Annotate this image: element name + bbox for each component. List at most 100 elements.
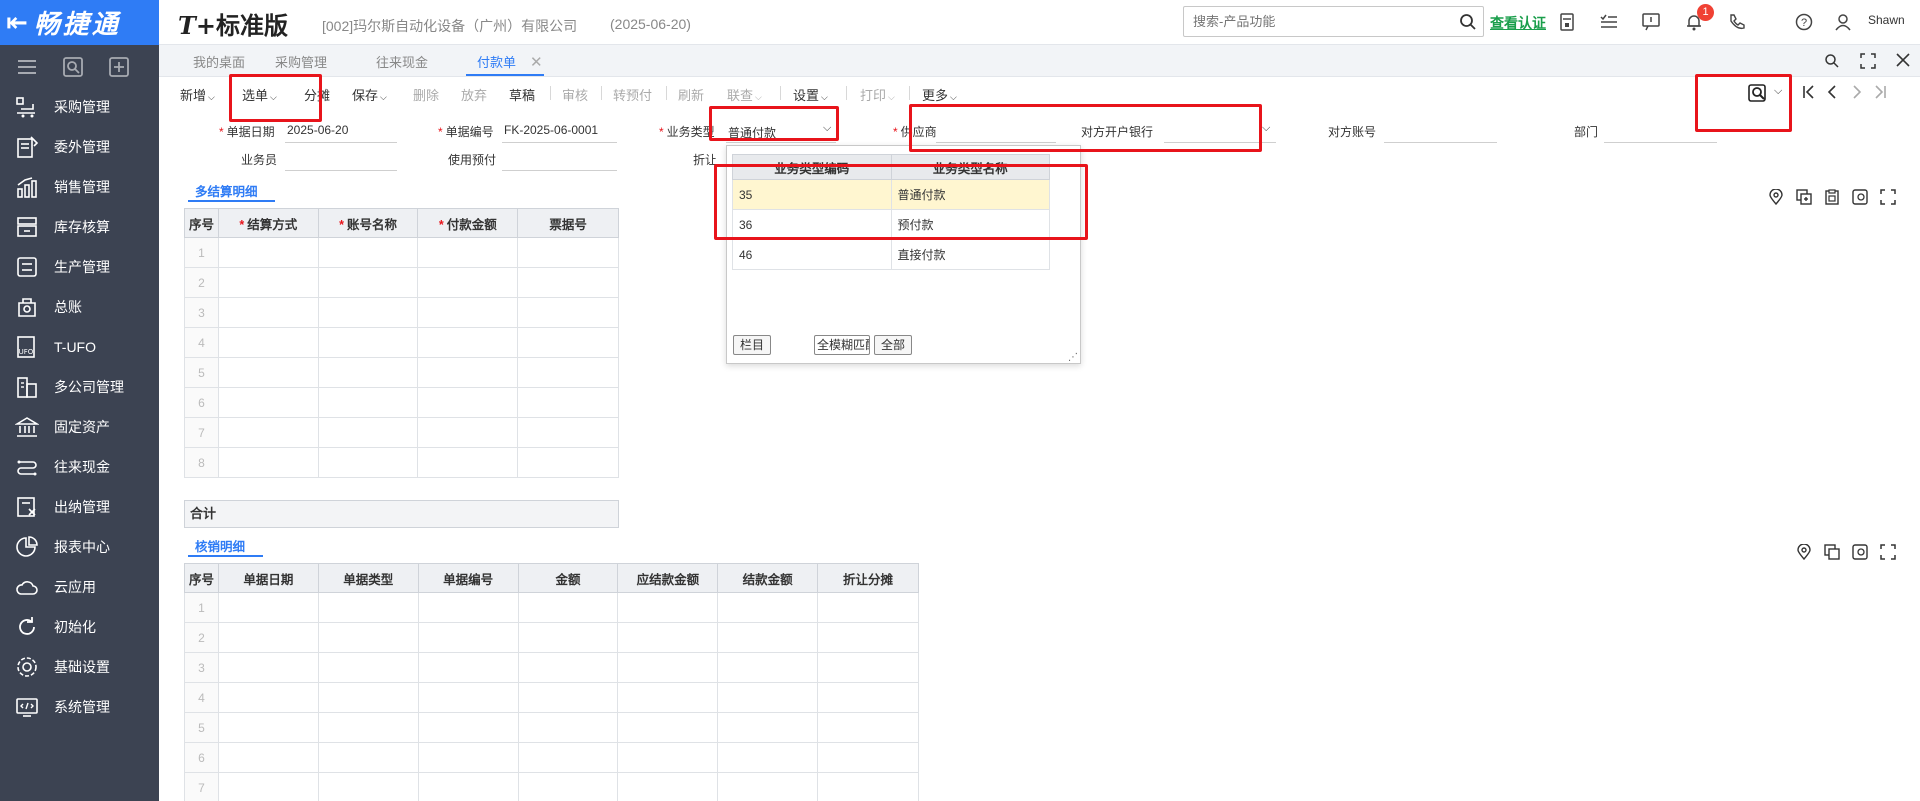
table-row[interactable]: 6 bbox=[184, 742, 919, 773]
link-query-button[interactable]: 联查 ⌵ bbox=[727, 85, 762, 104]
table-cell[interactable] bbox=[417, 357, 519, 388]
tab-purchase[interactable]: 采购管理 bbox=[275, 47, 327, 79]
table-cell[interactable] bbox=[417, 237, 519, 268]
sidebar-item[interactable]: 委外管理 bbox=[0, 127, 159, 167]
table-cell[interactable] bbox=[517, 682, 619, 713]
logo[interactable]: ⇤ 畅捷通 bbox=[0, 0, 159, 45]
first-record-icon[interactable] bbox=[1802, 84, 1816, 103]
table-cell[interactable] bbox=[417, 742, 519, 773]
menu-icon[interactable] bbox=[16, 56, 38, 78]
tab-desktop[interactable]: 我的桌面 bbox=[193, 47, 245, 79]
biz-type-code[interactable]: 46 bbox=[732, 239, 892, 270]
doc-date-field[interactable]: 2025-06-20 bbox=[287, 123, 348, 137]
close-window-icon[interactable] bbox=[1895, 52, 1911, 71]
to-prepay-button[interactable]: 转预付 bbox=[613, 85, 652, 104]
table-cell[interactable] bbox=[217, 417, 319, 448]
table-cell[interactable] bbox=[517, 327, 619, 358]
table-cell[interactable] bbox=[517, 267, 619, 298]
biz-type-code[interactable]: 36 bbox=[732, 209, 892, 240]
table-cell[interactable] bbox=[717, 652, 819, 683]
table-cell[interactable] bbox=[317, 772, 419, 801]
table-row[interactable]: 2 bbox=[184, 267, 619, 298]
table-cell[interactable] bbox=[517, 357, 619, 388]
table-cell[interactable] bbox=[217, 387, 319, 418]
table-cell[interactable] bbox=[717, 772, 819, 801]
task-list-icon[interactable] bbox=[1598, 11, 1620, 33]
table-row[interactable]: 3 bbox=[184, 652, 919, 683]
calculator-icon[interactable] bbox=[1556, 11, 1578, 33]
sidebar-item[interactable]: 多公司管理 bbox=[0, 367, 159, 407]
table-cell[interactable] bbox=[217, 297, 319, 328]
biz-type-field[interactable]: 普通付款 bbox=[728, 124, 776, 141]
copy-row-icon[interactable] bbox=[1796, 189, 1812, 208]
sidebar-item[interactable]: 库存核算 bbox=[0, 207, 159, 247]
resize-handle-icon[interactable]: ⋰ bbox=[1068, 352, 1078, 363]
table-cell[interactable] bbox=[417, 682, 519, 713]
table-row[interactable]: 7 bbox=[184, 772, 919, 801]
table-cell[interactable] bbox=[217, 622, 319, 653]
table-cell[interactable] bbox=[517, 387, 619, 418]
table-cell[interactable] bbox=[317, 297, 419, 328]
split-button[interactable]: 分摊 bbox=[304, 85, 330, 104]
table-cell[interactable] bbox=[217, 652, 319, 683]
table-cell[interactable] bbox=[317, 742, 419, 773]
paste-row-icon[interactable] bbox=[1824, 189, 1840, 208]
table-cell[interactable] bbox=[317, 652, 419, 683]
table-cell[interactable] bbox=[517, 592, 619, 623]
draft-button[interactable]: 草稿 bbox=[509, 85, 535, 104]
sidebar-item[interactable]: 销售管理 bbox=[0, 167, 159, 207]
table-cell[interactable] bbox=[817, 682, 919, 713]
table-cell[interactable] bbox=[617, 742, 719, 773]
table-cell[interactable] bbox=[317, 712, 419, 743]
table-cell[interactable] bbox=[417, 327, 519, 358]
search-input[interactable] bbox=[1184, 7, 1444, 36]
writeoff-copy-icon[interactable] bbox=[1824, 544, 1840, 563]
table-cell[interactable] bbox=[617, 772, 719, 801]
user-icon[interactable] bbox=[1832, 11, 1854, 33]
table-cell[interactable] bbox=[417, 387, 519, 418]
table-cell[interactable] bbox=[217, 447, 319, 478]
search-menu-icon[interactable] bbox=[62, 56, 84, 78]
table-cell[interactable] bbox=[617, 592, 719, 623]
table-cell[interactable] bbox=[417, 652, 519, 683]
table-row[interactable]: 5 bbox=[184, 712, 919, 743]
bank-dropdown-icon[interactable]: ⌵ bbox=[1262, 122, 1270, 135]
table-cell[interactable] bbox=[617, 622, 719, 653]
audit-button[interactable]: 审核 bbox=[562, 85, 588, 104]
table-cell[interactable] bbox=[317, 592, 419, 623]
last-record-icon[interactable] bbox=[1873, 84, 1887, 103]
biz-type-option[interactable]: 46 直接付款 bbox=[732, 239, 1050, 270]
table-cell[interactable] bbox=[317, 267, 419, 298]
match-mode-select[interactable]: 全模糊匹配 ⌵ bbox=[814, 335, 870, 355]
table-cell[interactable] bbox=[217, 327, 319, 358]
close-tab-icon[interactable]: ✕ bbox=[530, 53, 543, 71]
sidebar-item[interactable]: 固定资产 bbox=[0, 407, 159, 447]
table-cell[interactable] bbox=[217, 682, 319, 713]
save-button[interactable]: 保存 ⌵ bbox=[352, 85, 387, 104]
table-cell[interactable] bbox=[217, 592, 319, 623]
table-cell[interactable] bbox=[417, 417, 519, 448]
table-cell[interactable] bbox=[617, 712, 719, 743]
print-button[interactable]: 打印 ⌵ bbox=[860, 85, 895, 104]
sidebar-item[interactable]: 报表中心 bbox=[0, 527, 159, 567]
biz-type-code[interactable]: 35 bbox=[732, 179, 892, 210]
biz-type-option[interactable]: 35 普通付款 bbox=[732, 179, 1050, 210]
writeoff-title[interactable]: 核销明细 bbox=[195, 536, 245, 555]
table-row[interactable]: 7 bbox=[184, 417, 619, 448]
fullscreen-grid-icon[interactable] bbox=[1880, 189, 1896, 208]
more-button[interactable]: 更多 ⌵ bbox=[922, 85, 957, 104]
feedback-icon[interactable] bbox=[1640, 11, 1662, 33]
table-cell[interactable] bbox=[717, 622, 819, 653]
tab-cash[interactable]: 往来现金 bbox=[376, 47, 428, 79]
table-cell[interactable] bbox=[317, 327, 419, 358]
writeoff-insert-icon[interactable] bbox=[1852, 544, 1868, 563]
table-row[interactable]: 3 bbox=[184, 297, 619, 328]
table-cell[interactable] bbox=[417, 267, 519, 298]
select-button[interactable]: 选单 ⌵ bbox=[242, 85, 277, 104]
sidebar-item[interactable]: 基础设置 bbox=[0, 647, 159, 687]
search-icon[interactable] bbox=[1459, 13, 1477, 34]
table-row[interactable]: 6 bbox=[184, 387, 619, 418]
table-row[interactable]: 4 bbox=[184, 682, 919, 713]
table-cell[interactable] bbox=[517, 772, 619, 801]
locate-icon[interactable] bbox=[1768, 188, 1784, 208]
